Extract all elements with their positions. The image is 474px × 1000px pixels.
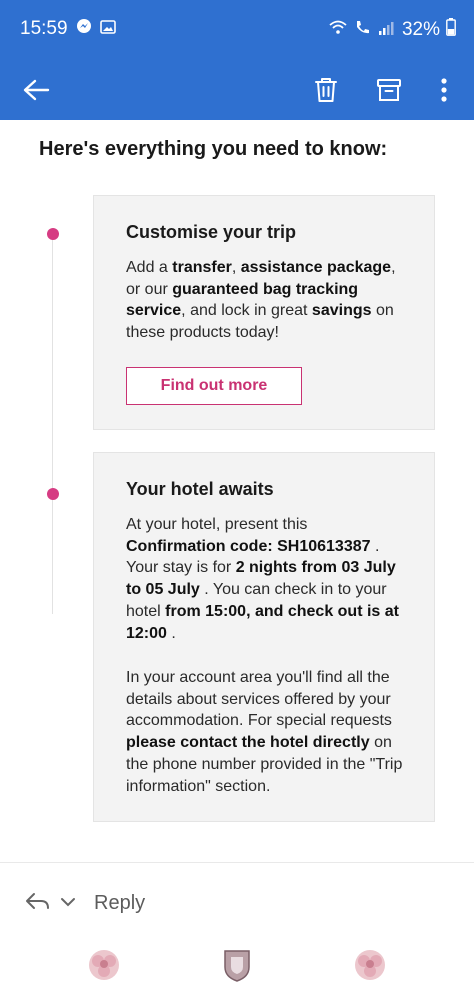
app-bar <box>0 60 474 120</box>
reply-label: Reply <box>94 891 146 914</box>
chevron-down-icon[interactable] <box>60 894 76 912</box>
flower-icon <box>84 945 124 985</box>
signal-icon <box>378 19 396 41</box>
battery-icon <box>446 18 456 42</box>
messenger-icon <box>76 18 92 40</box>
more-vert-icon[interactable] <box>428 74 460 106</box>
divider <box>0 862 474 863</box>
customise-trip-card: Customise your trip Add a transfer, assi… <box>93 195 435 430</box>
badge-icon <box>217 945 257 985</box>
hotel-card: Your hotel awaits At your hotel, present… <box>93 452 435 822</box>
card-body: Add a transfer, assistance package, or o… <box>126 259 396 342</box>
card-title: Your hotel awaits <box>126 479 274 499</box>
battery-text: 32% <box>401 19 440 40</box>
timeline-dot-2 <box>47 488 59 500</box>
bottom-decorations <box>0 945 474 995</box>
wifi-icon <box>328 19 348 41</box>
card-title: Customise your trip <box>126 222 297 242</box>
archive-icon[interactable] <box>373 74 405 106</box>
timeline-line <box>52 234 53 614</box>
trash-icon[interactable] <box>310 74 342 106</box>
reply-icon <box>24 891 50 916</box>
hotel-details-text: At your hotel, present this Confirmation… <box>126 516 399 642</box>
reply-button[interactable]: Reply <box>24 888 145 918</box>
flower-icon <box>350 945 390 985</box>
email-body: Here's everything you need to know: Cust… <box>0 120 474 860</box>
email-heading: Here's everything you need to know: <box>39 138 388 160</box>
back-arrow-icon[interactable] <box>20 74 52 106</box>
timeline-dot-1 <box>47 228 59 240</box>
status-time: 15:59 <box>20 18 68 39</box>
call-icon <box>354 19 372 41</box>
status-bar: 15:59 32% <box>0 0 474 60</box>
special-requests-text: In your account area you'll find all the… <box>126 669 403 795</box>
find-out-more-button[interactable]: Find out more <box>126 367 302 405</box>
gallery-icon <box>99 18 116 40</box>
